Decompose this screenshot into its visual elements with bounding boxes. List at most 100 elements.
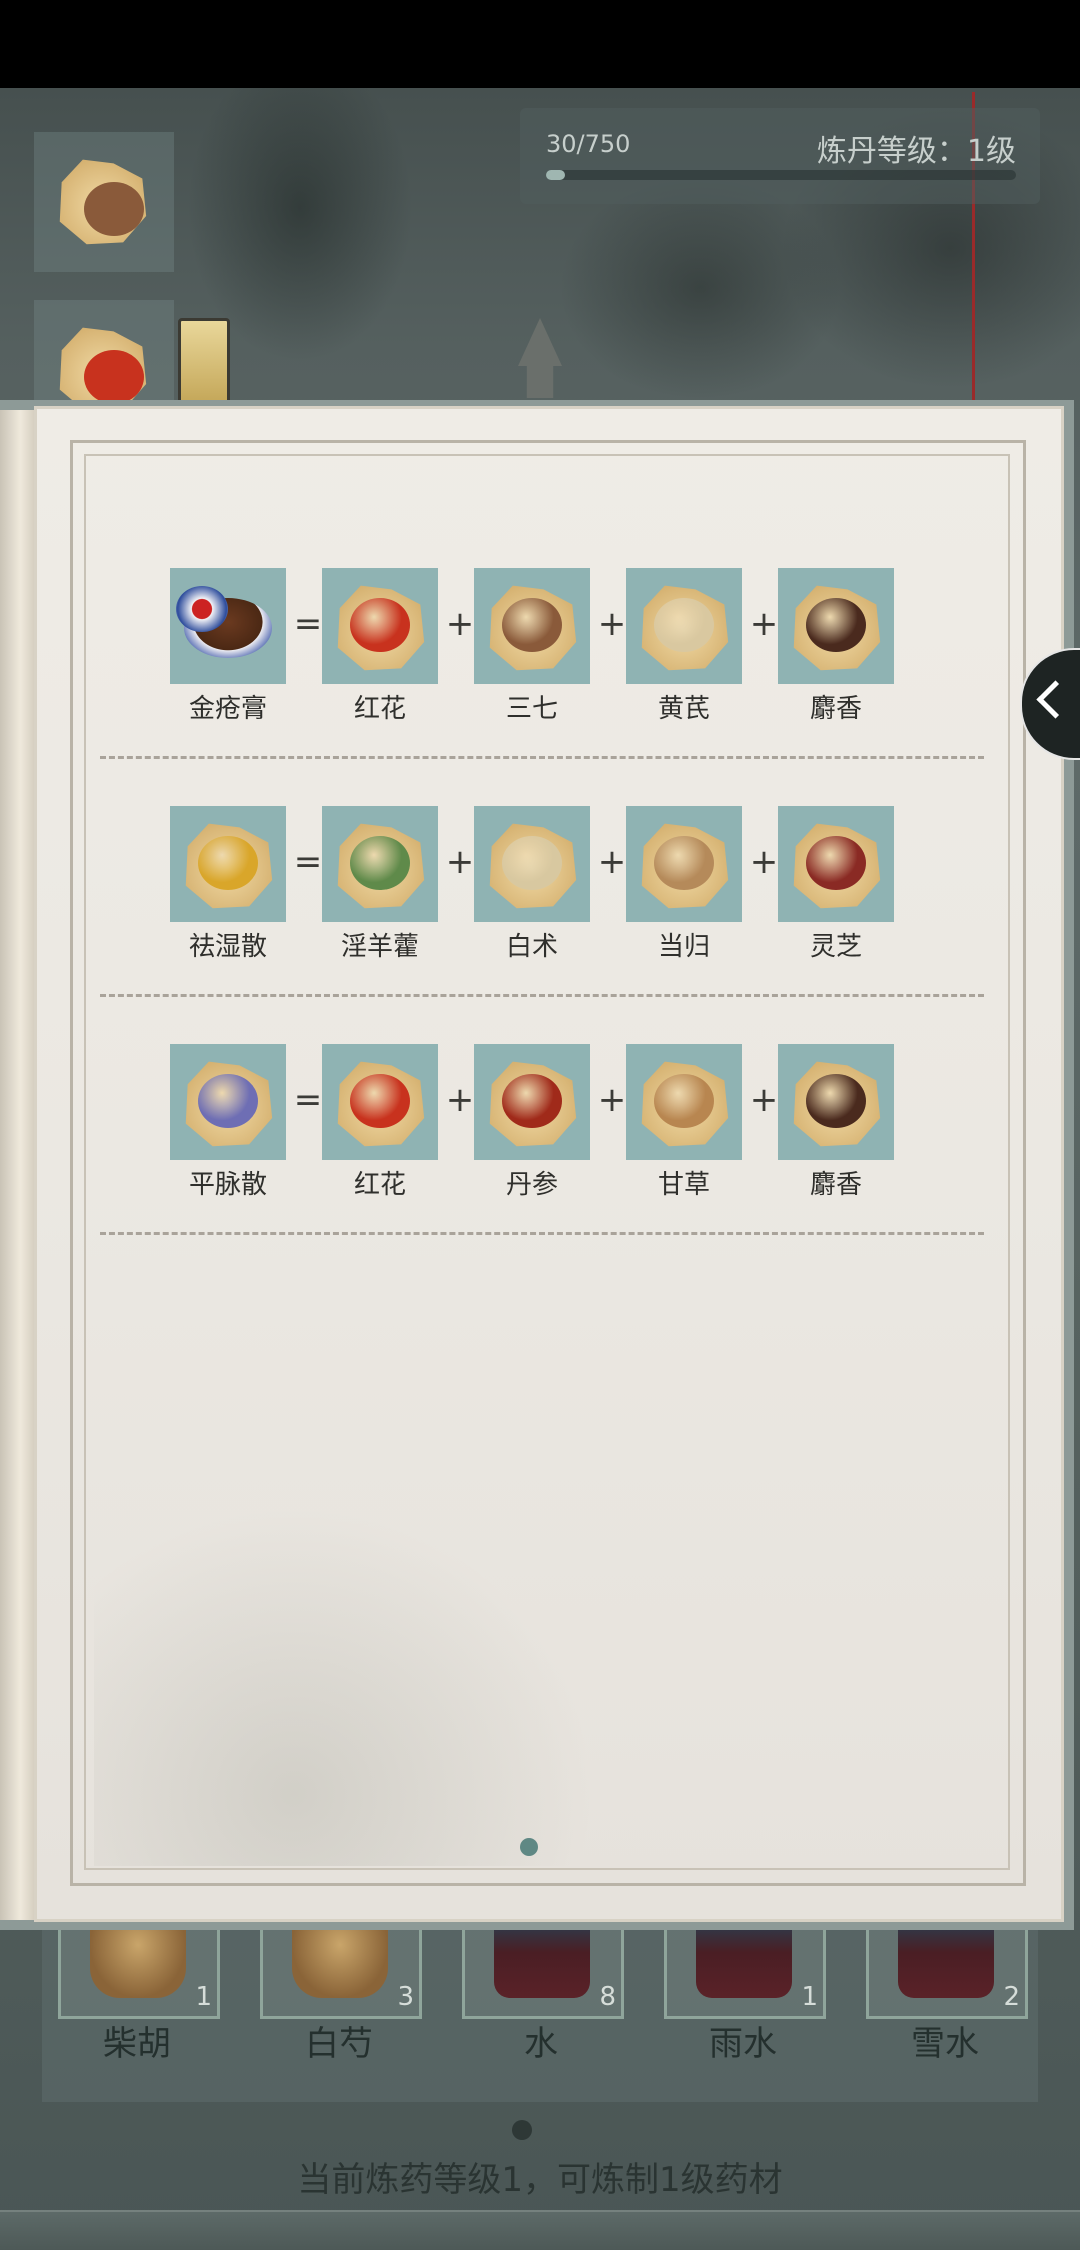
inventory-slot[interactable]: 2 雪水 bbox=[850, 1922, 1050, 2102]
herb-package-icon bbox=[292, 1922, 388, 1998]
book-page: 金疮膏 红花 三七 黄芪 麝香 = + + + 祛湿散 淫羊藿 白术 当归 灵芝 = + + + 平脉散 红花 丹参 甘草… bbox=[34, 406, 1064, 1922]
item-name: 白芍 bbox=[305, 2024, 373, 2064]
item-tile bbox=[474, 806, 590, 922]
item-tile bbox=[474, 568, 590, 684]
recipe-divider bbox=[100, 1232, 984, 1235]
inventory-slot[interactable]: 1 柴胡 bbox=[42, 1922, 242, 2102]
herb-icon bbox=[198, 1074, 258, 1128]
inventory-slot[interactable]: 1 雨水 bbox=[648, 1922, 848, 2102]
recipe-result[interactable]: 祛湿散 bbox=[170, 806, 286, 963]
item-name: 水 bbox=[524, 2024, 558, 2064]
water-bucket-icon bbox=[696, 1922, 792, 1998]
alchemy-level-bar: 30/750 炼丹等级：1级 bbox=[520, 108, 1040, 204]
recipe-row: 祛湿散 淫羊藿 白术 当归 灵芝 = + + + bbox=[170, 806, 930, 986]
recipe-result[interactable]: 金疮膏 bbox=[170, 568, 286, 725]
sanqi-herb-icon bbox=[84, 182, 144, 236]
recipe-row: 金疮膏 红花 三七 黄芪 麝香 = + + + bbox=[170, 568, 930, 748]
item-label: 黄芪 bbox=[657, 694, 710, 724]
herb-icon bbox=[198, 836, 258, 890]
item-label: 灵芝 bbox=[809, 932, 862, 962]
recipe-book: 金疮膏 红花 三七 黄芪 麝香 = + + + 祛湿散 淫羊藿 白术 当归 灵芝 = + + + 平脉散 红花 丹参 甘草… bbox=[0, 400, 1074, 1930]
plus-sign: + bbox=[749, 604, 779, 644]
item-count: 8 bbox=[599, 1982, 616, 2012]
item-tile bbox=[474, 1044, 590, 1160]
recipe-ingredient[interactable]: 红花 bbox=[322, 1044, 438, 1201]
plus-sign: + bbox=[445, 842, 475, 882]
recipe-ingredient[interactable]: 丹参 bbox=[474, 1044, 590, 1201]
water-bucket-icon bbox=[898, 1922, 994, 1998]
item-label: 当归 bbox=[657, 932, 710, 962]
item-tile bbox=[170, 806, 286, 922]
book-spine bbox=[0, 410, 34, 1920]
herb-icon bbox=[502, 598, 562, 652]
side-recipe-slot[interactable] bbox=[34, 300, 174, 413]
recipe-ingredient[interactable]: 黄芪 bbox=[626, 568, 742, 725]
plus-sign: + bbox=[597, 842, 627, 882]
recipe-ingredient[interactable]: 三七 bbox=[474, 568, 590, 725]
bottom-frame bbox=[0, 2210, 1080, 2250]
plus-sign: + bbox=[749, 1080, 779, 1120]
plus-sign: + bbox=[445, 604, 475, 644]
item-label: 淫羊藿 bbox=[340, 932, 419, 962]
recipe-row: 平脉散 红花 丹参 甘草 麝香 = + + + bbox=[170, 1044, 930, 1224]
recipe-ingredient[interactable]: 当归 bbox=[626, 806, 742, 963]
herb-icon bbox=[806, 598, 866, 652]
item-label: 红花 bbox=[353, 694, 406, 724]
item-label: 白术 bbox=[505, 932, 558, 962]
herb-icon bbox=[806, 836, 866, 890]
jar-lid-icon bbox=[176, 586, 228, 632]
page-indicator-dot[interactable] bbox=[520, 1838, 538, 1856]
inventory-page-indicator[interactable] bbox=[512, 2120, 532, 2140]
item-tile bbox=[778, 806, 894, 922]
ink-landscape-decoration bbox=[94, 1506, 594, 1866]
item-tile bbox=[170, 568, 286, 684]
lantern-icon bbox=[178, 318, 230, 404]
status-message: 当前炼药等级1，可炼制1级药材 bbox=[297, 2160, 783, 2200]
item-tile bbox=[626, 806, 742, 922]
recipe-ingredient[interactable]: 甘草 bbox=[626, 1044, 742, 1201]
inventory-slot[interactable]: 3 白芍 bbox=[244, 1922, 444, 2102]
side-recipe-slot[interactable] bbox=[34, 132, 174, 272]
recipe-result[interactable]: 平脉散 bbox=[170, 1044, 286, 1201]
item-name: 柴胡 bbox=[103, 2024, 171, 2064]
recipe-ingredient[interactable]: 白术 bbox=[474, 806, 590, 963]
inventory-slot[interactable]: 8水 bbox=[446, 1922, 646, 2102]
water-bucket-icon bbox=[494, 1922, 590, 1998]
item-label: 平脉散 bbox=[188, 1170, 267, 1200]
item-count: 1 bbox=[195, 1982, 212, 2012]
safflower-herb-icon bbox=[84, 350, 144, 404]
recipe-ingredient[interactable]: 灵芝 bbox=[778, 806, 894, 963]
item-tile bbox=[626, 568, 742, 684]
item-label: 红花 bbox=[353, 1170, 406, 1200]
item-tile bbox=[170, 1044, 286, 1160]
recipe-ingredient[interactable]: 麝香 bbox=[778, 1044, 894, 1201]
equals-sign: = bbox=[293, 842, 323, 882]
plus-sign: + bbox=[597, 1080, 627, 1120]
xp-counter: 30/750 bbox=[546, 130, 631, 158]
herb-icon bbox=[654, 836, 714, 890]
item-tile bbox=[322, 1044, 438, 1160]
item-count: 1 bbox=[801, 1982, 818, 2012]
item-tile bbox=[322, 806, 438, 922]
herb-icon bbox=[502, 836, 562, 890]
recipe-divider bbox=[100, 994, 984, 997]
alchemy-level-label: 炼丹等级：1级 bbox=[816, 134, 1016, 169]
item-count: 3 bbox=[397, 1982, 414, 2012]
inventory-panel: 1 柴胡 3 白芍 8 水 1 雨水 2 雪水 bbox=[42, 1922, 1038, 2102]
item-label: 麝香 bbox=[809, 1170, 862, 1200]
item-label: 三七 bbox=[505, 694, 558, 724]
recipe-ingredient[interactable]: 淫羊藿 bbox=[322, 806, 438, 963]
item-name: 雨水 bbox=[709, 2024, 777, 2064]
recipe-ingredient[interactable]: 麝香 bbox=[778, 568, 894, 725]
herb-icon bbox=[806, 1074, 866, 1128]
chevron-left-icon bbox=[1036, 680, 1075, 719]
item-count: 2 bbox=[1003, 1982, 1020, 2012]
item-tile bbox=[778, 568, 894, 684]
item-label: 麝香 bbox=[809, 694, 862, 724]
herb-icon bbox=[502, 1074, 562, 1128]
recipe-divider bbox=[100, 756, 984, 759]
herb-icon bbox=[350, 598, 410, 652]
herb-icon bbox=[654, 1074, 714, 1128]
herb-icon bbox=[350, 836, 410, 890]
recipe-ingredient[interactable]: 红花 bbox=[322, 568, 438, 725]
